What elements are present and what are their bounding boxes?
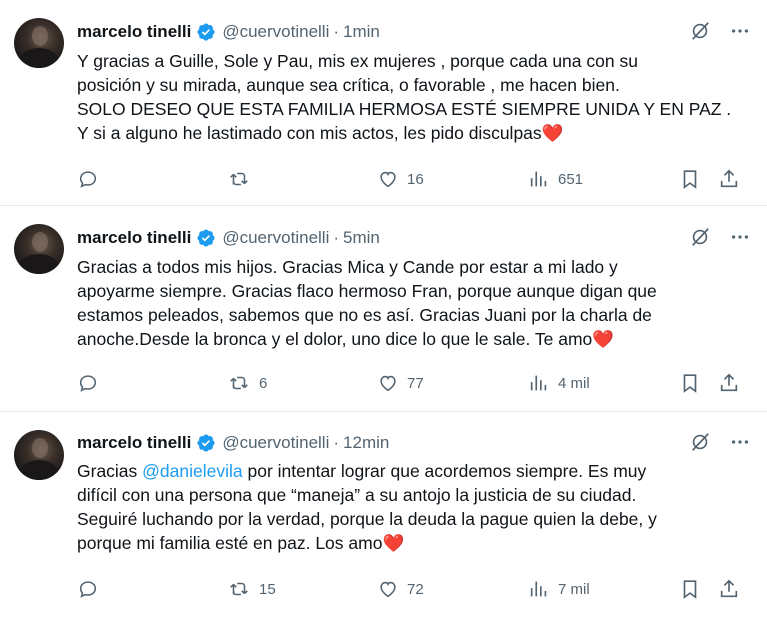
more-icon[interactable]: [729, 431, 751, 458]
reply-icon: [77, 372, 99, 394]
retweet-count: 6: [259, 374, 268, 392]
tweet-line: porque mi familia esté en paz. Los amo: [77, 533, 383, 553]
user-name[interactable]: marcelo tinelli: [77, 433, 191, 453]
share-button[interactable]: [718, 168, 740, 190]
avatar[interactable]: [14, 18, 64, 68]
timestamp[interactable]: 5min: [343, 228, 380, 248]
bookmark-icon: [679, 372, 701, 394]
action-bar: 15 72 7 mil: [77, 578, 742, 602]
mention-link[interactable]: @danielevila: [142, 461, 242, 481]
grok-icon[interactable]: [689, 226, 711, 253]
more-icon[interactable]: [729, 226, 751, 253]
verified-badge-icon: [196, 228, 216, 248]
user-handle[interactable]: @cuervotinelli: [222, 228, 329, 248]
tweet-line: Y si a alguno he lastimado con mis actos…: [77, 123, 542, 143]
share-icon: [718, 372, 740, 394]
like-count: 72: [407, 580, 424, 598]
retweet-button[interactable]: 15: [227, 578, 276, 600]
separator-dot: ·: [333, 228, 340, 247]
action-bar: 16 651: [77, 168, 742, 192]
reply-button[interactable]: [77, 578, 107, 600]
retweet-icon: [227, 168, 251, 190]
views-icon: [528, 168, 550, 190]
tweet-line-prefix: Gracias: [77, 461, 143, 481]
tweet-header: marcelo tinelli @cuervotinelli · 1min: [77, 20, 751, 44]
bookmark-icon: [679, 578, 701, 600]
tweet-text: Y gracias a Guille, Sole y Pau, mis ex m…: [77, 49, 751, 145]
views-icon: [528, 578, 550, 600]
reply-button[interactable]: [77, 168, 107, 190]
share-icon: [718, 168, 740, 190]
tweet-line: apoyarme siempre. Gracias flaco hermoso …: [77, 281, 657, 301]
tweet-feed: marcelo tinelli @cuervotinelli · 1min Y …: [0, 0, 767, 624]
views-button[interactable]: 4 mil: [528, 372, 590, 394]
more-icon[interactable]: [729, 20, 751, 47]
action-bar: 6 77 4 mil: [77, 372, 742, 396]
user-handle[interactable]: @cuervotinelli: [222, 433, 329, 453]
reply-icon: [77, 168, 99, 190]
like-icon: [377, 578, 399, 600]
retweet-button[interactable]: [227, 168, 259, 190]
avatar[interactable]: [14, 430, 64, 480]
views-count: 651: [558, 170, 584, 188]
tweet-line: anoche.Desde la bronca y el dolor, uno d…: [77, 329, 593, 349]
timestamp[interactable]: 12min: [343, 433, 389, 453]
share-icon: [718, 578, 740, 600]
tweet-1[interactable]: marcelo tinelli @cuervotinelli · 1min Y …: [0, 0, 767, 206]
views-icon: [528, 372, 550, 394]
retweet-count: 15: [259, 580, 276, 598]
tweet-3[interactable]: marcelo tinelli @cuervotinelli · 12min G…: [0, 412, 767, 624]
retweet-icon: [227, 372, 251, 394]
tweet-line-suffix: por intentar lograr que acordemos siempr…: [242, 461, 647, 481]
tweet-header: marcelo tinelli @cuervotinelli · 5min: [77, 226, 751, 250]
red-heart-emoji: ❤️: [592, 329, 615, 349]
like-icon: [377, 372, 399, 394]
views-button[interactable]: 7 mil: [528, 578, 590, 600]
tweet-line: SOLO DESEO QUE ESTA FAMILIA HERMOSA ESTÉ…: [77, 99, 732, 119]
share-button[interactable]: [718, 578, 740, 600]
views-count: 7 mil: [558, 580, 590, 598]
retweet-button[interactable]: 6: [227, 372, 267, 394]
bookmark-button[interactable]: [679, 168, 701, 190]
tweet-line: Seguiré luchando por la verdad, porque l…: [77, 509, 657, 529]
verified-badge-icon: [196, 433, 216, 453]
retweet-icon: [227, 578, 251, 600]
like-button[interactable]: 72: [377, 578, 424, 600]
tweet-text: Gracias @danielevila por intentar lograr…: [77, 459, 751, 555]
like-icon: [377, 168, 399, 190]
timestamp[interactable]: 1min: [343, 22, 380, 42]
views-button[interactable]: 651: [528, 168, 583, 190]
views-count: 4 mil: [558, 374, 590, 392]
tweet-line: posición y su mirada, aunque sea crítica…: [77, 75, 620, 95]
red-heart-emoji: ❤️: [541, 123, 564, 143]
share-button[interactable]: [718, 372, 740, 394]
tweet-line: Y gracias a Guille, Sole y Pau, mis ex m…: [77, 51, 638, 71]
grok-icon[interactable]: [689, 20, 711, 47]
bookmark-button[interactable]: [679, 372, 701, 394]
red-heart-emoji: ❤️: [382, 533, 405, 553]
like-button[interactable]: 16: [377, 168, 424, 190]
tweet-text: Gracias a todos mis hijos. Gracias Mica …: [77, 255, 751, 351]
tweet-header: marcelo tinelli @cuervotinelli · 12min: [77, 431, 751, 455]
verified-badge-icon: [196, 22, 216, 42]
separator-dot: ·: [333, 433, 340, 452]
bookmark-icon: [679, 168, 701, 190]
reply-icon: [77, 578, 99, 600]
bookmark-button[interactable]: [679, 578, 701, 600]
avatar[interactable]: [14, 224, 64, 274]
user-name[interactable]: marcelo tinelli: [77, 228, 191, 248]
reply-button[interactable]: [77, 372, 107, 394]
tweet-line: Gracias a todos mis hijos. Gracias Mica …: [77, 257, 618, 277]
tweet-line: difícil con una persona que “maneja” a s…: [77, 485, 637, 505]
like-button[interactable]: 77: [377, 372, 424, 394]
tweet-2[interactable]: marcelo tinelli @cuervotinelli · 5min Gr…: [0, 206, 767, 412]
grok-icon[interactable]: [689, 431, 711, 458]
user-handle[interactable]: @cuervotinelli: [222, 22, 329, 42]
like-count: 77: [407, 374, 424, 392]
like-count: 16: [407, 170, 424, 188]
user-name[interactable]: marcelo tinelli: [77, 22, 191, 42]
tweet-line: estamos peleados, sabemos que no es así.…: [77, 305, 652, 325]
separator-dot: ·: [333, 22, 340, 41]
